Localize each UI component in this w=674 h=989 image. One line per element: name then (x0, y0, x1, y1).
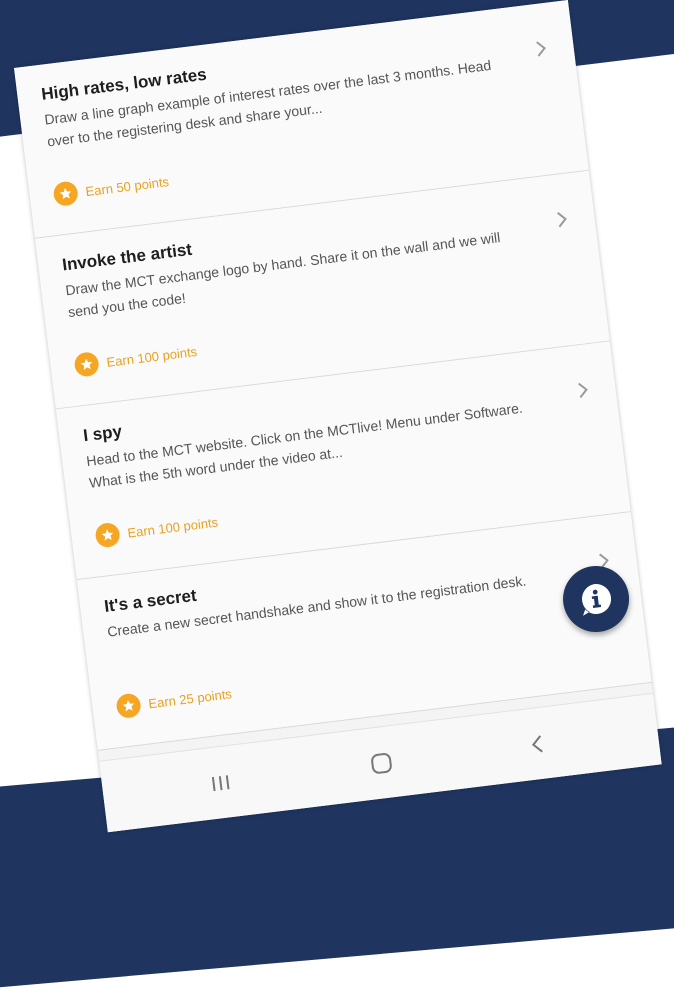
challenge-description: Draw the MCT exchange logo by hand. Shar… (64, 229, 502, 321)
challenge-title: I spy (82, 421, 123, 446)
reward-label: Earn 25 points (147, 685, 233, 711)
star-badge-icon (73, 350, 101, 378)
reward-badge: Earn 100 points (73, 338, 198, 379)
challenge-description: Head to the MCT website. Click on the MC… (85, 399, 524, 491)
reward-label: Earn 100 points (105, 343, 198, 370)
home-button[interactable] (361, 743, 401, 783)
info-chat-icon (582, 584, 612, 616)
star-badge-icon (52, 180, 80, 208)
reward-label: Earn 50 points (84, 173, 170, 199)
phone-screen: High rates, low rates Draw a line graph … (14, 0, 662, 833)
back-button[interactable] (518, 724, 558, 764)
home-icon (371, 753, 392, 774)
challenge-description: Draw a line graph example of interest ra… (43, 56, 492, 150)
back-icon (531, 735, 543, 753)
star-badge-icon (115, 692, 142, 720)
reward-badge: Earn 50 points (52, 168, 170, 208)
chevron-right-icon (557, 212, 567, 228)
chevron-right-icon (536, 41, 546, 57)
reward-badge: Earn 25 points (115, 680, 233, 720)
reward-badge: Earn 100 points (94, 509, 219, 550)
chevron-right-icon (578, 382, 588, 399)
recent-apps-icon (211, 775, 230, 792)
recent-apps-button[interactable] (201, 763, 241, 803)
star-badge-icon (94, 521, 121, 549)
reward-label: Earn 100 points (126, 514, 219, 541)
